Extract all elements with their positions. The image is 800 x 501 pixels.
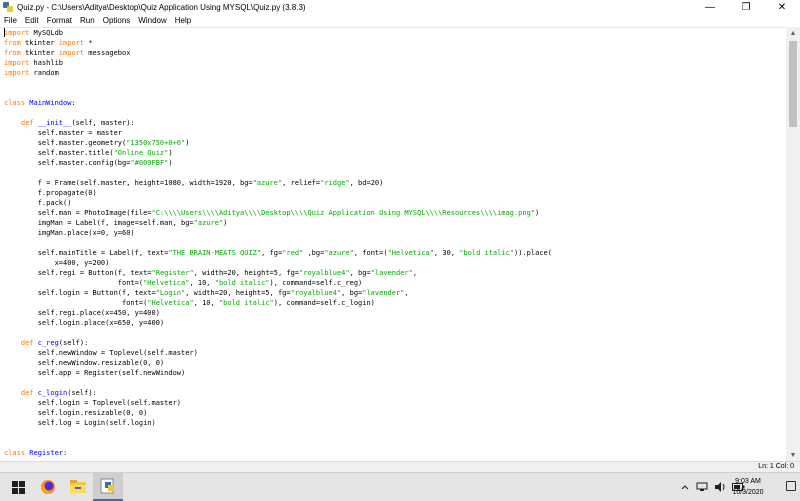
window-controls: — ❐ ✕ — [692, 0, 800, 14]
vertical-scrollbar[interactable]: ▲ ▼ — [786, 27, 800, 461]
scroll-down-icon[interactable]: ▼ — [786, 449, 800, 461]
python-icon — [3, 2, 13, 12]
chevron-up-icon[interactable] — [678, 473, 692, 501]
network-icon[interactable] — [694, 473, 710, 501]
menu-bar: File Edit Format Run Options Window Help — [0, 14, 800, 27]
maximize-button[interactable]: ❐ — [728, 0, 764, 14]
code-text[interactable]: import MySQLdb from tkinter import * fro… — [4, 28, 552, 458]
minimize-button[interactable]: — — [692, 0, 728, 14]
notification-icon[interactable] — [786, 481, 796, 491]
scrollbar-thumb[interactable] — [789, 41, 797, 127]
close-button[interactable]: ✕ — [764, 0, 800, 14]
clock-time: 9:03 AM — [735, 478, 761, 485]
firefox-icon[interactable] — [33, 473, 63, 501]
clock-date: 10/3/2020 — [732, 489, 764, 496]
menu-edit[interactable]: Edit — [25, 16, 39, 25]
title-bar: Quiz.py - C:\Users\Aditya\Desktop\Quiz A… — [0, 0, 800, 14]
menu-options[interactable]: Options — [103, 16, 131, 25]
scroll-up-icon[interactable]: ▲ — [786, 27, 800, 39]
code-editor[interactable]: import MySQLdb from tkinter import * fro… — [0, 27, 786, 462]
cursor-position: Ln: 1 Col: 0 — [758, 463, 794, 470]
window-title: Quiz.py - C:\Users\Aditya\Desktop\Quiz A… — [17, 2, 306, 12]
file-explorer-icon[interactable] — [63, 473, 93, 501]
taskbar: 9:03 AM 10/3/2020 — [0, 472, 800, 501]
menu-window[interactable]: Window — [138, 16, 166, 25]
menu-format[interactable]: Format — [47, 16, 72, 25]
taskbar-clock[interactable]: 9:03 AM 10/3/2020 — [718, 476, 778, 498]
menu-run[interactable]: Run — [80, 16, 95, 25]
python-idle-icon[interactable] — [93, 473, 123, 501]
menu-file[interactable]: File — [4, 16, 17, 25]
menu-help[interactable]: Help — [175, 16, 191, 25]
start-icon[interactable] — [3, 473, 33, 501]
